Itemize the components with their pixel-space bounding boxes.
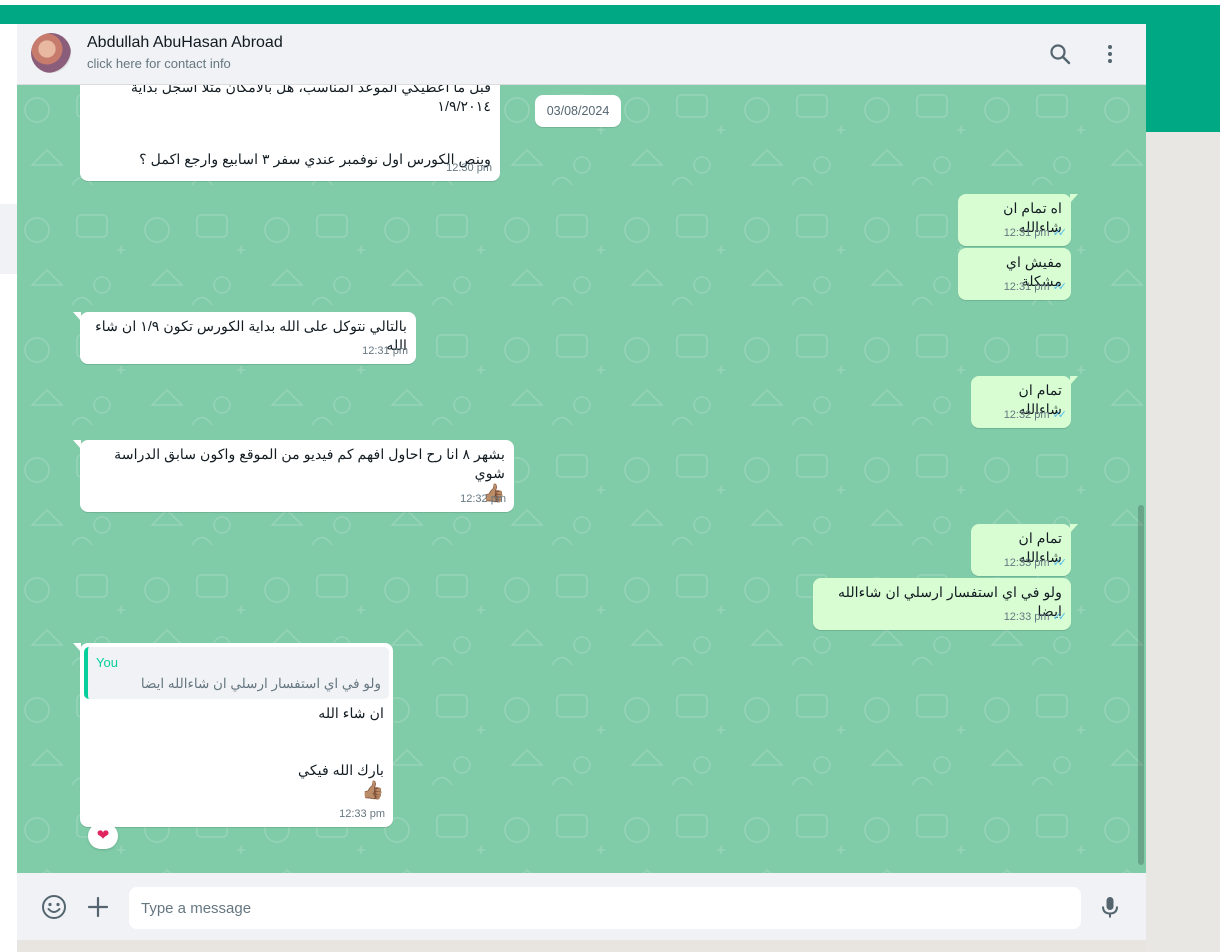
message-text: قبل ما اعطيكي الموعد المناسب، هل بالامكا… [130, 85, 491, 115]
date-separator: 03/08/2024 [535, 95, 621, 127]
message-text: وبنص الكورس اول نوفمبر عندي سفر ٣ اسابيع… [139, 152, 491, 168]
window-top-strip [0, 0, 1220, 5]
message-time: 12:31 pm [1003, 281, 1050, 293]
message-input-box[interactable] [129, 887, 1083, 929]
quote-text: ولو في اي استفسار ارسلي ان شاءالله ايضا [140, 676, 381, 691]
read-ticks-icon: ✓✓ [1052, 227, 1068, 239]
message-bubble-incoming[interactable]: You ولو في اي استفسار ارسلي ان شاءالله ا… [73, 643, 393, 827]
message-bubble-outgoing[interactable]: تمام ان شاءالله 12:32 pm ✓✓ [971, 376, 1078, 428]
contact-info-hint[interactable]: click here for contact info [87, 56, 231, 71]
message-bubble-outgoing[interactable]: ولو في اي استفسار ارسلي ان شاءالله ايضا … [813, 578, 1071, 630]
message-bubble-incoming[interactable]: قبل ما اعطيكي الموعد المناسب، هل بالامكا… [80, 85, 500, 181]
contact-name[interactable]: Abdullah AbuHasan Abroad [87, 34, 283, 52]
message-bubble-outgoing[interactable]: تمام ان شاءالله 12:33 pm ✓✓ [971, 524, 1078, 576]
message-time: 12:33 pm [1003, 557, 1050, 569]
message-time: 12:33 pm [339, 808, 385, 820]
message-time: 12:32 pm [460, 493, 506, 505]
message-list[interactable]: 03/08/2024 قبل ما اعطيكي الموعد المناسب،… [17, 85, 1146, 873]
message-time: 12:31 pm [1003, 227, 1050, 239]
message-text: بشهر ٨ انا رح احاول افهم كم فيديو من الم… [114, 447, 505, 482]
message-input[interactable] [129, 887, 1083, 929]
message-time: 12:30 pm [446, 162, 492, 174]
read-ticks-icon: ✓✓ [1052, 409, 1068, 421]
conversation-panel: Abdullah AbuHasan Abroad click here for … [17, 24, 1146, 940]
search-icon[interactable] [1048, 42, 1072, 66]
contact-avatar[interactable] [31, 33, 71, 73]
plus-icon[interactable] [85, 894, 111, 920]
message-bubble-outgoing[interactable]: مفيش اي مشكلة 12:31 pm ✓✓ [958, 248, 1071, 300]
message-time: 12:33 pm [1003, 611, 1050, 623]
read-ticks-icon: ✓✓ [1052, 611, 1068, 623]
message-time: 12:32 pm [1003, 409, 1050, 421]
message-bubble-incoming[interactable]: بالتالي نتوكل على الله بداية الكورس تكون… [73, 312, 416, 364]
kebab-menu-icon[interactable] [1098, 42, 1122, 66]
chat-list-pane[interactable] [0, 24, 18, 952]
conversation-header[interactable]: Abdullah AbuHasan Abroad click here for … [17, 24, 1146, 85]
quote-author: You [96, 655, 118, 670]
message-bubble-outgoing[interactable]: اه تمام ان شاءالله 12:31 pm ✓✓ [958, 194, 1078, 246]
heart-reaction-icon[interactable]: ❤ [88, 823, 118, 849]
read-ticks-icon: ✓✓ [1052, 557, 1068, 569]
right-background-pane [1146, 132, 1220, 952]
selected-chat-item[interactable] [0, 204, 17, 274]
message-bubble-incoming[interactable]: بشهر ٨ انا رح احاول افهم كم فيديو من الم… [73, 440, 514, 512]
mic-icon[interactable] [1097, 894, 1123, 920]
thumbs-up-emoji: 👍🏽 [361, 780, 384, 800]
quoted-message[interactable]: You ولو في اي استفسار ارسلي ان شاءالله ا… [84, 647, 389, 699]
read-ticks-icon: ✓✓ [1052, 281, 1068, 293]
thumbs-up-emoji: 👍🏽 [482, 483, 505, 503]
message-text: بالتالي نتوكل على الله بداية الكورس تكون… [95, 319, 407, 354]
message-time: 12:31 pm [362, 345, 408, 357]
composer-bar [17, 873, 1146, 940]
emoji-icon[interactable] [41, 894, 67, 920]
scrollbar[interactable] [1138, 505, 1144, 865]
message-text: ان شاء الله [318, 706, 384, 722]
message-text: بارك الله فيكي [298, 763, 384, 779]
